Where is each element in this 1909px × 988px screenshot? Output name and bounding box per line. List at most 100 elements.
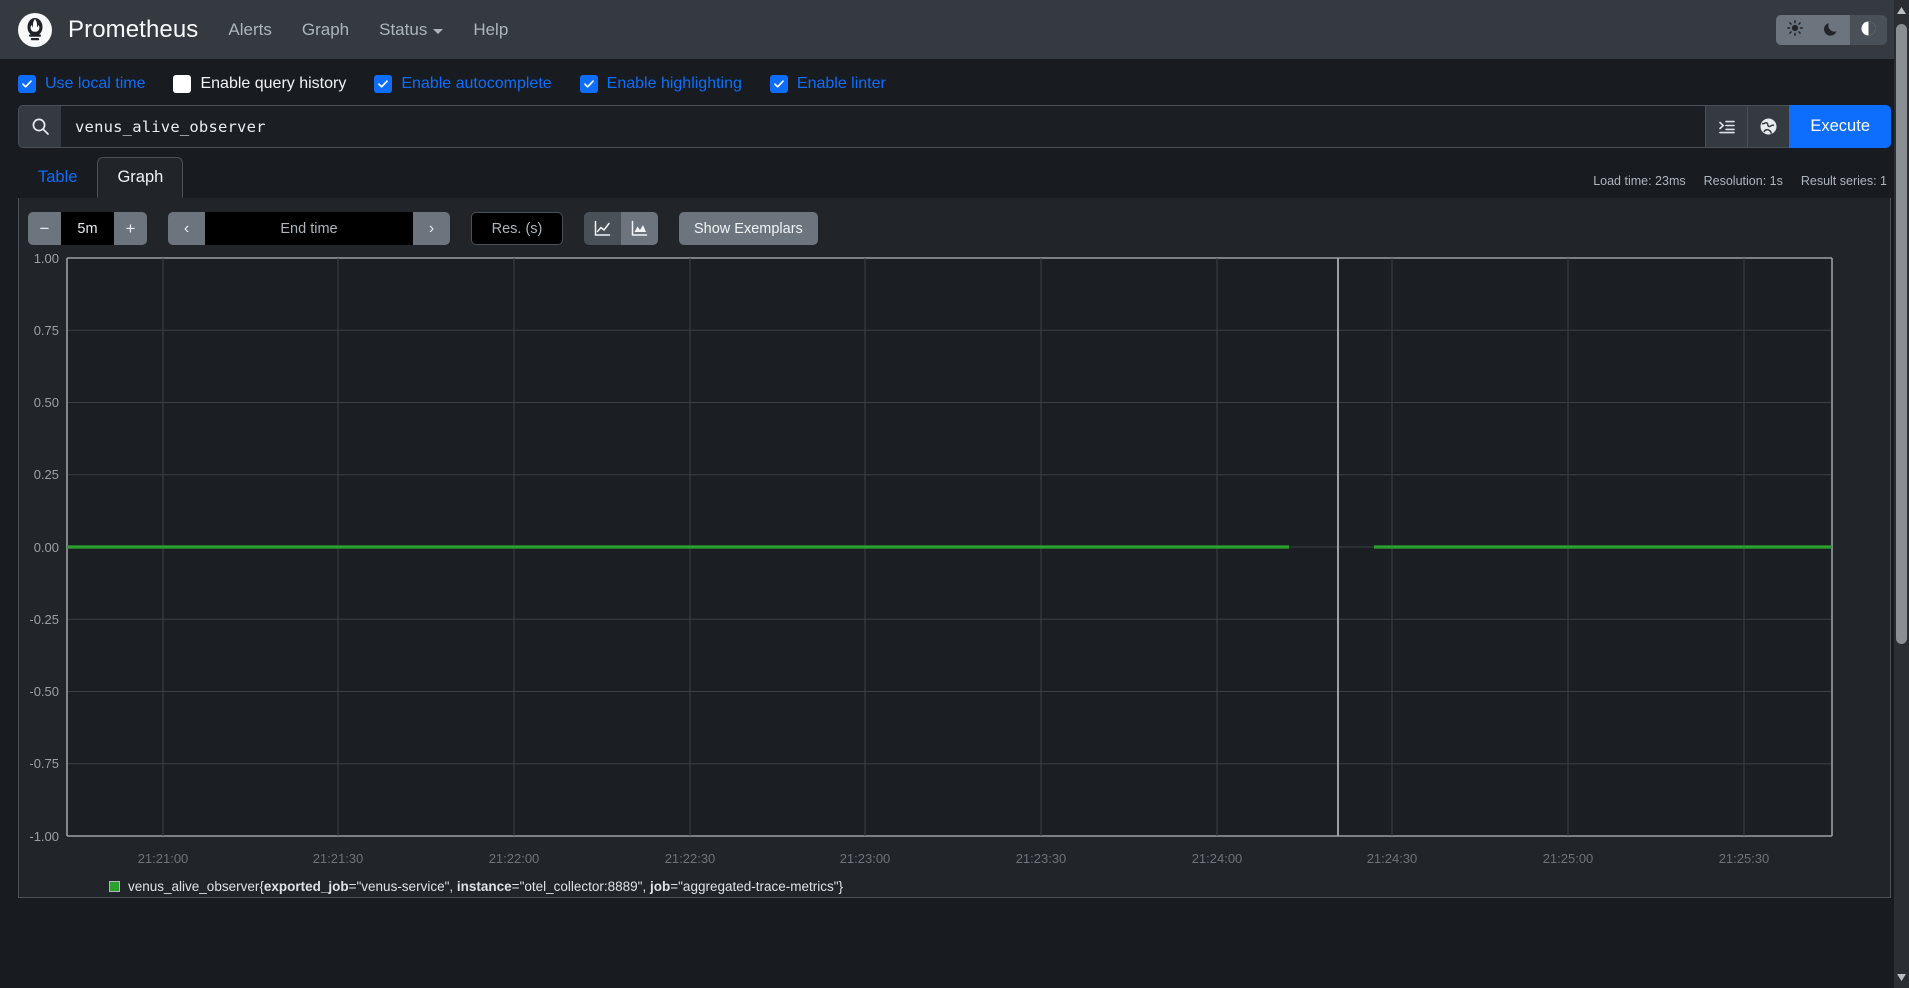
- svg-text:-0.75: -0.75: [29, 756, 59, 771]
- line-chart-icon[interactable]: [584, 212, 621, 245]
- svg-text:21:22:30: 21:22:30: [665, 851, 716, 866]
- light-theme-button[interactable]: [1776, 14, 1813, 45]
- checkbox-checked-icon[interactable]: [769, 75, 788, 93]
- execute-button[interactable]: Execute: [1789, 105, 1891, 148]
- legend-color-swatch[interactable]: [109, 880, 120, 892]
- page-scrollbar[interactable]: [1894, 0, 1909, 988]
- svg-text:-0.25: -0.25: [29, 612, 59, 627]
- range-increase-button[interactable]: +: [114, 212, 147, 245]
- query-bar: Execute: [0, 105, 1909, 148]
- option-enable-linter[interactable]: Enable linter: [769, 75, 886, 93]
- nav-link-graph[interactable]: Graph: [302, 20, 349, 40]
- option-enable-autocomplete[interactable]: Enable autocomplete: [374, 75, 552, 93]
- theme-toggle-group: [1776, 14, 1887, 45]
- nav-link-help[interactable]: Help: [473, 20, 508, 40]
- result-tabs: Table Graph: [18, 156, 184, 198]
- svg-text:21:22:00: 21:22:00: [489, 851, 540, 866]
- legend-label-value-2: "aggregated-trace-metrics": [678, 878, 839, 894]
- tab-graph[interactable]: Graph: [97, 156, 184, 198]
- stacked-chart-icon[interactable]: [621, 212, 658, 245]
- search-icon[interactable]: [18, 105, 61, 148]
- nav-link-status-label: Status: [379, 19, 428, 39]
- tab-table[interactable]: Table: [18, 157, 97, 198]
- legend-series-label[interactable]: venus_alive_observer{exported_job="venus…: [128, 879, 843, 894]
- chevron-down-icon: [433, 28, 444, 34]
- graph-canvas[interactable]: 1.00 0.75 0.50 0.25 0.00 -0.25 -0.50 -0.…: [19, 246, 1890, 896]
- nav-link-alerts-label: Alerts: [228, 19, 272, 39]
- show-exemplars-button[interactable]: Show Exemplars: [679, 212, 818, 245]
- svg-text:0.75: 0.75: [34, 323, 59, 338]
- auto-theme-button[interactable]: [1850, 14, 1887, 45]
- svg-text:-1.00: -1.00: [29, 829, 59, 844]
- svg-text:21:21:00: 21:21:00: [138, 851, 189, 866]
- time-prev-button[interactable]: ‹: [168, 212, 205, 245]
- option-enable-highlighting[interactable]: Enable highlighting: [579, 75, 742, 93]
- option-enable-query-history[interactable]: Enable query history: [173, 75, 346, 93]
- stat-resolution: Resolution: 1s: [1703, 174, 1783, 188]
- brand-group[interactable]: Prometheus: [18, 12, 199, 47]
- scrollbar-thumb[interactable]: [1896, 24, 1907, 644]
- option-enable-query-history-label: Enable query history: [200, 75, 347, 92]
- range-selector: − +: [28, 212, 147, 245]
- brand-title: Prometheus: [68, 15, 199, 43]
- query-stats: Load time: 23ms Resolution: 1s Result se…: [1593, 174, 1887, 198]
- svg-text:21:25:00: 21:25:00: [1543, 851, 1594, 866]
- option-enable-linter-label: Enable linter: [796, 75, 886, 92]
- sun-icon: [1786, 20, 1803, 39]
- legend-label-key-1: instance: [456, 878, 512, 894]
- stat-load-time: Load time: 23ms: [1593, 174, 1686, 188]
- svg-text:21:24:00: 21:24:00: [1192, 851, 1243, 866]
- checkbox-unchecked-icon[interactable]: [173, 75, 192, 93]
- svg-text:21:25:30: 21:25:30: [1719, 851, 1770, 866]
- format-query-icon[interactable]: [1705, 105, 1748, 148]
- legend-label-value-0: "venus-service": [356, 878, 450, 894]
- legend-label-key-2: job: [650, 878, 671, 894]
- graph-plot[interactable]: 1.00 0.75 0.50 0.25 0.00 -0.25 -0.50 -0.…: [19, 246, 1890, 896]
- scroll-up-arrow-icon[interactable]: [1894, 2, 1909, 19]
- nav-link-help-label: Help: [473, 19, 509, 39]
- graph-legend: venus_alive_observer{exported_job="venus…: [37, 875, 1872, 897]
- dark-theme-button[interactable]: [1813, 14, 1850, 45]
- legend-metric-name: venus_alive_observer{: [128, 878, 264, 894]
- svg-text:0.00: 0.00: [34, 540, 59, 555]
- svg-text:1.00: 1.00: [34, 251, 59, 266]
- end-time-input[interactable]: [205, 212, 413, 245]
- time-next-button[interactable]: ›: [413, 212, 450, 245]
- svg-text:0.25: 0.25: [34, 467, 59, 482]
- svg-text:21:23:00: 21:23:00: [840, 851, 891, 866]
- checkbox-checked-icon[interactable]: [18, 75, 36, 93]
- nav-link-status[interactable]: Status: [379, 19, 444, 40]
- svg-text:21:21:30: 21:21:30: [313, 851, 364, 866]
- contrast-icon: [1860, 20, 1877, 40]
- end-time-selector: ‹ ›: [168, 212, 450, 245]
- legend-close-brace: }: [838, 878, 844, 894]
- legend-label-value-1: "otel_collector:8889": [519, 878, 643, 894]
- svg-text:-0.50: -0.50: [29, 684, 59, 699]
- resolution-input[interactable]: [471, 212, 563, 245]
- svg-text:21:24:30: 21:24:30: [1367, 851, 1418, 866]
- svg-text:0.50: 0.50: [34, 395, 59, 410]
- options-row: Use local time Enable query history Enab…: [0, 59, 1909, 105]
- top-navbar: Prometheus Alerts Graph Status Help: [0, 0, 1909, 59]
- nav-links: Alerts Graph Status Help: [228, 20, 508, 40]
- nav-link-alerts[interactable]: Alerts: [228, 20, 271, 40]
- moon-icon: [1823, 20, 1840, 39]
- scroll-down-arrow-icon[interactable]: [1894, 969, 1909, 986]
- range-input[interactable]: [61, 212, 114, 245]
- stat-result-series: Result series: 1: [1800, 174, 1887, 188]
- checkbox-checked-icon[interactable]: [374, 75, 393, 93]
- option-enable-autocomplete-label: Enable autocomplete: [401, 75, 552, 92]
- result-tabs-row: Table Graph Load time: 23ms Resolution: …: [0, 148, 1909, 198]
- metrics-explorer-icon[interactable]: [1747, 105, 1790, 148]
- nav-link-graph-label: Graph: [301, 19, 350, 39]
- option-use-local-time-label: Use local time: [45, 75, 146, 92]
- graph-controls: − + ‹ › Show Exemplars: [19, 198, 1890, 245]
- prometheus-torch-icon: [18, 12, 52, 47]
- checkbox-checked-icon[interactable]: [579, 75, 598, 93]
- legend-label-key-0: exported_job: [263, 878, 349, 894]
- chart-type-selector: [584, 212, 658, 245]
- query-input[interactable]: [61, 105, 1706, 148]
- range-decrease-button[interactable]: −: [28, 212, 61, 245]
- graph-panel: − + ‹ › Show Exemplars: [18, 198, 1891, 898]
- option-use-local-time[interactable]: Use local time: [18, 75, 145, 93]
